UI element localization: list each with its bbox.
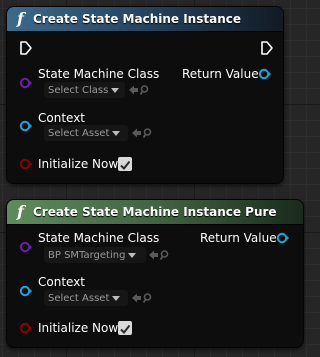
state-machine-class-value: Select Class — [48, 84, 109, 96]
return-value-label: Return Value — [200, 231, 277, 245]
state-machine-class-value: BP SMTargeting — [48, 249, 126, 261]
context-asset-dropdown[interactable]: Select Asset — [44, 290, 128, 306]
context-label: Context — [38, 111, 86, 125]
initialize-now-label: Initialize Now — [38, 157, 119, 171]
exec-in-pin-icon[interactable] — [19, 41, 33, 55]
state-machine-class-dropdown[interactable]: Select Class — [44, 82, 125, 98]
initialize-now-checkbox[interactable] — [118, 321, 132, 335]
return-value-pin-icon[interactable] — [258, 67, 272, 81]
return-value-pin-icon[interactable] — [276, 231, 290, 245]
chevron-down-icon — [112, 130, 121, 136]
state-machine-class-label: State Machine Class — [38, 231, 160, 245]
node-title: Create State Machine Instance Pure — [33, 205, 277, 219]
checkmark-icon — [120, 160, 131, 171]
use-selected-browse-icons[interactable] — [131, 127, 153, 139]
node-title: Create State Machine Instance — [33, 12, 241, 26]
function-icon: f — [17, 9, 24, 28]
context-pin-icon[interactable] — [19, 284, 33, 298]
use-selected-browse-icons[interactable] — [148, 249, 170, 261]
checkmark-icon — [120, 324, 131, 335]
context-pin-icon[interactable] — [19, 119, 33, 133]
initialize-now-pin-icon[interactable] — [19, 321, 33, 335]
context-value: Select Asset — [48, 292, 110, 304]
create-state-machine-instance-node[interactable]: f Create State Machine Instance State Ma… — [6, 6, 284, 184]
return-value-label: Return Value — [182, 67, 259, 81]
initialize-now-pin-icon[interactable] — [19, 157, 33, 171]
state-machine-class-dropdown[interactable]: BP SMTargeting — [44, 247, 146, 263]
chevron-down-icon — [128, 252, 137, 258]
use-selected-browse-icons[interactable] — [128, 84, 150, 96]
context-asset-dropdown[interactable]: Select Asset — [44, 125, 128, 141]
chevron-down-icon — [112, 295, 121, 301]
create-state-machine-instance-pure-node[interactable]: f Create State Machine Instance Pure Sta… — [6, 199, 304, 348]
context-label: Context — [38, 275, 86, 289]
node-header[interactable]: f Create State Machine Instance — [7, 7, 283, 32]
initialize-now-checkbox[interactable] — [118, 157, 132, 171]
initialize-now-label: Initialize Now — [38, 321, 119, 335]
exec-out-pin-icon[interactable] — [260, 41, 274, 55]
state-machine-class-pin-icon[interactable] — [19, 76, 33, 90]
function-icon: f — [17, 202, 24, 221]
chevron-down-icon — [111, 87, 120, 93]
context-value: Select Asset — [48, 127, 110, 139]
use-selected-browse-icons[interactable] — [131, 292, 153, 304]
state-machine-class-pin-icon[interactable] — [19, 240, 33, 254]
state-machine-class-label: State Machine Class — [38, 67, 160, 81]
node-header[interactable]: f Create State Machine Instance Pure — [7, 200, 303, 225]
